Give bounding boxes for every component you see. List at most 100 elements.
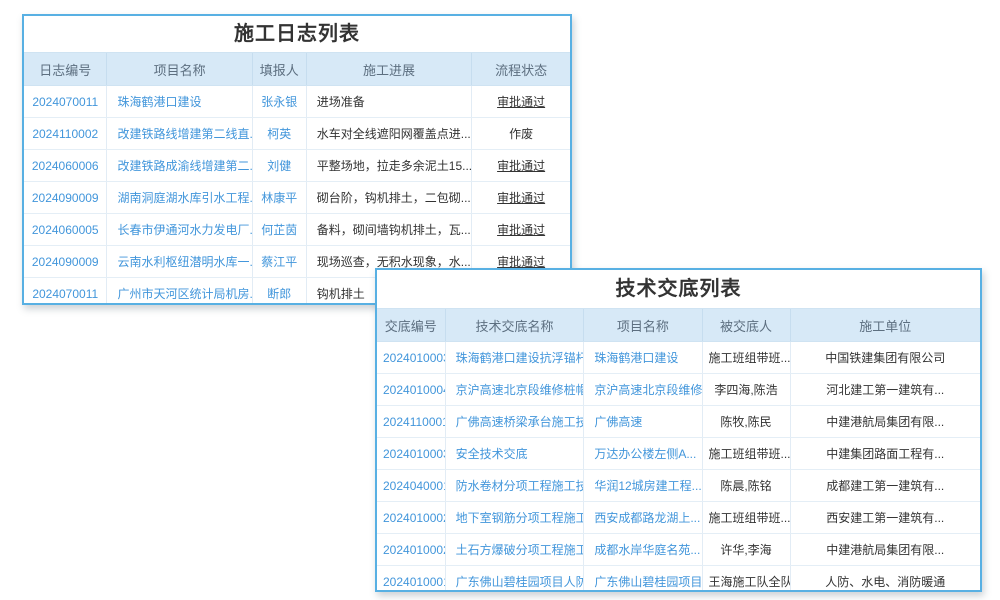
technical-disclosure-title: 技术交底列表 — [377, 270, 980, 308]
project-name-link[interactable]: 万达办公楼左侧A... — [584, 438, 702, 470]
disclosure-name-link[interactable]: 广佛高速桥梁承台施工技... — [445, 406, 584, 438]
construction-unit-text: 中国铁建集团有限公司 — [790, 342, 980, 374]
project-name-link[interactable]: 广州市天河区统计局机房... — [107, 278, 252, 306]
log-id-link[interactable]: 2024110002 — [24, 118, 107, 150]
disclosure-name-link[interactable]: 土石方爆破分项工程施工... — [445, 534, 584, 566]
table-row[interactable]: 2024010004京沪高速北京段维修桩帽...京沪高速北京段维修李四海,陈浩河… — [377, 374, 980, 406]
log-col-reporter: 填报人 — [252, 53, 306, 86]
log-id-link[interactable]: 2024090009 — [24, 182, 107, 214]
disclosure-id-link[interactable]: 2024010002 — [377, 502, 445, 534]
project-name-link[interactable]: 广东佛山碧桂园项目 — [584, 566, 702, 593]
table-row[interactable]: 2024010003珠海鹤港口建设抗浮锚杆...珠海鹤港口建设施工班组带班...… — [377, 342, 980, 374]
project-name-link[interactable]: 成都水岸华庭名苑... — [584, 534, 702, 566]
project-name-link[interactable]: 西安成都路龙湖上... — [584, 502, 702, 534]
table-row[interactable]: 2024060005长春市伊通河水力发电厂...何芷茵备料，砌间墙钩机排土，瓦.… — [24, 214, 570, 246]
disclosure-col-id: 交底编号 — [377, 309, 445, 342]
log-header-row: 日志编号 项目名称 填报人 施工进展 流程状态 — [24, 53, 570, 86]
disclosure-name-link[interactable]: 地下室钢筋分项工程施工... — [445, 502, 584, 534]
status-badge[interactable]: 作废 — [472, 118, 570, 150]
project-name-link[interactable]: 广佛高速 — [584, 406, 702, 438]
disclosure-col-project: 项目名称 — [584, 309, 702, 342]
disclosure-col-name: 技术交底名称 — [445, 309, 584, 342]
construction-unit-text: 成都建工第一建筑有... — [790, 470, 980, 502]
recipient-text: 陈晨,陈铭 — [702, 470, 790, 502]
disclosure-name-link[interactable]: 安全技术交底 — [445, 438, 584, 470]
progress-text: 砌台阶，钩机排土，二包砌... — [306, 182, 471, 214]
table-row[interactable]: 2024110002改建铁路线增建第二线直...柯英水车对全线遮阳网覆盖点进..… — [24, 118, 570, 150]
project-name-link[interactable]: 改建铁路成渝线增建第二... — [107, 150, 252, 182]
project-name-link[interactable]: 珠海鹤港口建设 — [107, 86, 252, 118]
table-row[interactable]: 2024010002土石方爆破分项工程施工...成都水岸华庭名苑...许华,李海… — [377, 534, 980, 566]
table-row[interactable]: 2024010001广东佛山碧桂园项目人防...广东佛山碧桂园项目王海施工队全队… — [377, 566, 980, 593]
disclosure-name-link[interactable]: 珠海鹤港口建设抗浮锚杆... — [445, 342, 584, 374]
construction-log-panel: 施工日志列表 日志编号 项目名称 填报人 施工进展 流程状态 202407001… — [22, 14, 572, 305]
project-name-link[interactable]: 云南水利枢纽潜明水库一... — [107, 246, 252, 278]
project-name-link[interactable]: 长春市伊通河水力发电厂... — [107, 214, 252, 246]
technical-disclosure-panel: 技术交底列表 交底编号 技术交底名称 项目名称 被交底人 施工单位 202401… — [375, 268, 982, 592]
progress-text: 水车对全线遮阳网覆盖点进... — [306, 118, 471, 150]
project-name-link[interactable]: 京沪高速北京段维修 — [584, 374, 702, 406]
recipient-text: 王海施工队全队 — [702, 566, 790, 593]
status-badge[interactable]: 审批通过 — [472, 214, 570, 246]
reporter-link[interactable]: 林康平 — [252, 182, 306, 214]
disclosure-header-row: 交底编号 技术交底名称 项目名称 被交底人 施工单位 — [377, 309, 980, 342]
recipient-text: 施工班组带班... — [702, 438, 790, 470]
log-col-project: 项目名称 — [107, 53, 252, 86]
log-id-link[interactable]: 2024070011 — [24, 86, 107, 118]
project-name-link[interactable]: 华润12城房建工程... — [584, 470, 702, 502]
log-col-progress: 施工进展 — [306, 53, 471, 86]
disclosure-id-link[interactable]: 2024040001 — [377, 470, 445, 502]
table-row[interactable]: 2024070011珠海鹤港口建设张永银进场准备审批通过 — [24, 86, 570, 118]
technical-disclosure-table: 交底编号 技术交底名称 项目名称 被交底人 施工单位 2024010003珠海鹤… — [377, 308, 980, 592]
recipient-text: 施工班组带班... — [702, 502, 790, 534]
construction-unit-text: 河北建工第一建筑有... — [790, 374, 980, 406]
table-row[interactable]: 2024060006改建铁路成渝线增建第二...刘健平整场地，拉走多余泥土15.… — [24, 150, 570, 182]
disclosure-id-link[interactable]: 2024110001 — [377, 406, 445, 438]
reporter-link[interactable]: 柯英 — [252, 118, 306, 150]
disclosure-name-link[interactable]: 防水卷材分项工程施工技... — [445, 470, 584, 502]
recipient-text: 陈牧,陈民 — [702, 406, 790, 438]
disclosure-id-link[interactable]: 2024010002 — [377, 534, 445, 566]
recipient-text: 施工班组带班... — [702, 342, 790, 374]
log-id-link[interactable]: 2024090009 — [24, 246, 107, 278]
status-badge[interactable]: 审批通过 — [472, 182, 570, 214]
disclosure-id-link[interactable]: 2024010001 — [377, 566, 445, 593]
reporter-link[interactable]: 张永银 — [252, 86, 306, 118]
log-id-link[interactable]: 2024070011 — [24, 278, 107, 306]
reporter-link[interactable]: 断郎 — [252, 278, 306, 306]
log-id-link[interactable]: 2024060005 — [24, 214, 107, 246]
construction-unit-text: 中建港航局集团有限... — [790, 406, 980, 438]
construction-unit-text: 中建集团路面工程有... — [790, 438, 980, 470]
table-row[interactable]: 2024010003安全技术交底万达办公楼左侧A...施工班组带班...中建集团… — [377, 438, 980, 470]
construction-unit-text: 西安建工第一建筑有... — [790, 502, 980, 534]
progress-text: 进场准备 — [306, 86, 471, 118]
disclosure-col-unit: 施工单位 — [790, 309, 980, 342]
disclosure-id-link[interactable]: 2024010003 — [377, 342, 445, 374]
table-row[interactable]: 2024110001广佛高速桥梁承台施工技...广佛高速陈牧,陈民中建港航局集团… — [377, 406, 980, 438]
table-row[interactable]: 2024040001防水卷材分项工程施工技...华润12城房建工程...陈晨,陈… — [377, 470, 980, 502]
recipient-text: 许华,李海 — [702, 534, 790, 566]
reporter-link[interactable]: 刘健 — [252, 150, 306, 182]
disclosure-col-recipient: 被交底人 — [702, 309, 790, 342]
progress-text: 平整场地，拉走多余泥土15... — [306, 150, 471, 182]
project-name-link[interactable]: 湖南洞庭湖水库引水工程... — [107, 182, 252, 214]
status-badge[interactable]: 审批通过 — [472, 150, 570, 182]
log-id-link[interactable]: 2024060006 — [24, 150, 107, 182]
disclosure-name-link[interactable]: 广东佛山碧桂园项目人防... — [445, 566, 584, 593]
table-row[interactable]: 2024010002地下室钢筋分项工程施工...西安成都路龙湖上...施工班组带… — [377, 502, 980, 534]
project-name-link[interactable]: 珠海鹤港口建设 — [584, 342, 702, 374]
reporter-link[interactable]: 何芷茵 — [252, 214, 306, 246]
log-col-status: 流程状态 — [472, 53, 570, 86]
construction-log-title: 施工日志列表 — [24, 16, 570, 52]
reporter-link[interactable]: 蔡江平 — [252, 246, 306, 278]
disclosure-id-link[interactable]: 2024010004 — [377, 374, 445, 406]
disclosure-name-link[interactable]: 京沪高速北京段维修桩帽... — [445, 374, 584, 406]
progress-text: 备料，砌间墙钩机排土，瓦... — [306, 214, 471, 246]
status-badge[interactable]: 审批通过 — [472, 86, 570, 118]
recipient-text: 李四海,陈浩 — [702, 374, 790, 406]
log-col-id: 日志编号 — [24, 53, 107, 86]
disclosure-id-link[interactable]: 2024010003 — [377, 438, 445, 470]
project-name-link[interactable]: 改建铁路线增建第二线直... — [107, 118, 252, 150]
construction-unit-text: 人防、水电、消防暖通 — [790, 566, 980, 593]
table-row[interactable]: 2024090009湖南洞庭湖水库引水工程...林康平砌台阶，钩机排土，二包砌.… — [24, 182, 570, 214]
